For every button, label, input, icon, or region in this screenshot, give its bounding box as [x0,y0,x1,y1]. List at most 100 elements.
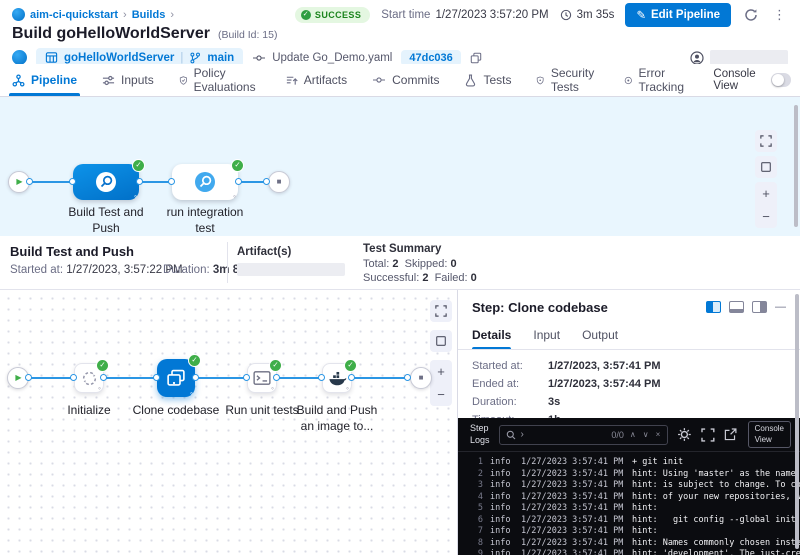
step-graph-canvas[interactable]: ▶ ✓ ‹› ✓ ‹› ✓ ‹› [0,290,457,555]
tab-policy-evaluations[interactable]: Policy Evaluations [179,64,260,96]
console-view-toggle[interactable] [771,73,790,87]
step-type-icon: ‹› [134,194,136,200]
search-next-button[interactable]: ∨ [642,430,650,439]
log-settings-gear-icon[interactable] [677,427,692,442]
tab-commits[interactable]: Commits [372,64,439,96]
tab-pipeline[interactable]: Pipeline [12,64,77,96]
console-view-label: Console View [713,68,763,92]
log-search-input[interactable]: › 0/0 ∧ ∨ × [499,425,669,445]
success-check-icon: ✓ [301,10,311,20]
stage-canvas-scrollbar[interactable] [794,105,798,227]
log-line[interactable]: 5 info 1/27/2023 3:57:41 PM hint: [458,503,800,515]
tab-details[interactable]: Details [472,328,511,349]
tab-artifacts[interactable]: Artifacts [285,64,347,96]
panel-scrollbar[interactable] [795,294,799,549]
breadcrumb-project[interactable]: aim-ci-quickstart [30,9,118,21]
divider [227,242,228,283]
elapsed-value: 3m 35s [577,9,615,21]
zoom-in-button[interactable]: + [437,364,445,379]
tab-inputs[interactable]: Inputs [102,64,154,96]
log-line-number: 9 [468,549,483,555]
connector-dot [192,374,199,381]
tab-label: Pipeline [31,73,77,87]
log-lines: 1 info 1/27/2023 3:57:41 PM + git init 2… [458,452,800,555]
repo-name[interactable]: goHelloWorldServer [64,52,174,64]
step-node-clone-codebase[interactable]: ✓ ‹› [157,359,195,397]
log-message: + git init [632,457,800,469]
fit-to-view-button[interactable] [755,156,777,178]
log-line[interactable]: 4 info 1/27/2023 3:57:41 PM hint: of you… [458,492,800,504]
initialize-sync-icon [81,370,98,387]
stop-icon: ■ [419,374,424,382]
log-level: info [490,549,513,555]
fullscreen-icon [435,305,447,317]
breadcrumb-builds[interactable]: Builds [132,9,166,21]
inputs-icon [102,74,115,87]
log-line-number: 5 [468,503,483,515]
console-view-button[interactable]: ConsoleView [748,421,791,448]
search-close-button[interactable]: × [655,430,662,439]
stage-node-build-test-and-push[interactable]: ✓ ‹› [73,164,139,200]
refresh-button[interactable] [742,8,760,22]
log-line[interactable]: 2 info 1/27/2023 3:57:41 PM hint: Using … [458,469,800,481]
stage-end-node[interactable]: ■ [268,171,290,193]
play-icon: ▶ [15,374,21,382]
terminal-icon [253,370,271,386]
search-prev-button[interactable]: ∧ [629,430,637,439]
success-check-icon: ✓ [269,359,282,372]
branch-name[interactable]: main [207,52,234,64]
open-in-new-icon[interactable] [724,428,737,441]
tab-error-tracking[interactable]: Error Tracking [624,64,689,96]
log-timestamp: 1/27/2023 3:57:41 PM [521,526,625,538]
log-timestamp: 1/27/2023 3:57:41 PM [521,480,625,492]
start-time-value: 1/27/2023 3:57:20 PM [435,9,548,21]
zoom-out-button[interactable]: − [762,209,770,224]
artifacts-label: Artifact(s) [237,246,291,258]
tab-security-tests[interactable]: Security Tests [536,64,598,96]
layout-split-view-icon[interactable] [706,301,721,313]
layout-right-view-icon[interactable] [752,301,767,313]
log-line[interactable]: 1 info 1/27/2023 3:57:41 PM + git init [458,457,800,469]
zoom-out-button[interactable]: − [437,387,445,402]
copy-icon[interactable] [470,52,482,64]
log-fullscreen-icon[interactable] [701,428,715,442]
more-options-button[interactable]: ⋮ [771,7,788,23]
connector-dot [348,374,355,381]
branch-icon [189,52,201,64]
log-line[interactable]: 3 info 1/27/2023 3:57:41 PM hint: is sub… [458,480,800,492]
log-line-number: 1 [468,457,483,469]
tab-tests[interactable]: Tests [464,64,511,96]
step-end-node[interactable]: ■ [410,367,432,389]
log-line-number: 6 [468,515,483,527]
connector-dot [70,374,77,381]
fullscreen-button[interactable] [755,130,777,152]
stage-graph-canvas[interactable]: ▶ ✓ ‹› ✓ ‹› ■ Build Test andPush run int… [0,97,800,236]
layout-bottom-view-icon[interactable] [729,301,744,313]
connector-dot [168,178,175,185]
connector-dot [243,374,250,381]
clock-icon [560,9,572,21]
tab-input[interactable]: Input [533,328,560,349]
connector-dot [25,374,32,381]
fullscreen-button[interactable] [430,300,452,322]
connector-dot [404,374,411,381]
edit-pipeline-button[interactable]: ✎ Edit Pipeline [625,3,731,27]
stage-label: Build Test andPush [58,204,154,236]
detail-row: Duration:3s [472,396,790,408]
tab-output[interactable]: Output [582,328,618,349]
zoom-in-button[interactable]: + [762,186,770,201]
step-type-icon: ‹› [233,194,235,200]
connector-dot [26,178,33,185]
log-message: hint: is subject to change. To configure… [632,480,800,492]
log-line[interactable]: 7 info 1/27/2023 3:57:41 PM hint: [458,526,800,538]
step-type-icon: ‹› [346,386,348,392]
log-line[interactable]: 9 info 1/27/2023 3:57:41 PM hint: 'devel… [458,549,800,555]
log-message: hint: of your new repositories, which wi… [632,492,800,504]
log-level: info [490,469,513,481]
fit-to-view-button[interactable] [430,330,452,352]
log-line[interactable]: 8 info 1/27/2023 3:57:41 PM hint: Names … [458,538,800,550]
minimize-panel-button[interactable]: — [775,302,786,313]
log-line[interactable]: 6 info 1/27/2023 3:57:41 PM hint: git co… [458,515,800,527]
stage-node-run-integration-test[interactable]: ✓ ‹› [172,164,238,200]
connector-dot [69,178,76,185]
